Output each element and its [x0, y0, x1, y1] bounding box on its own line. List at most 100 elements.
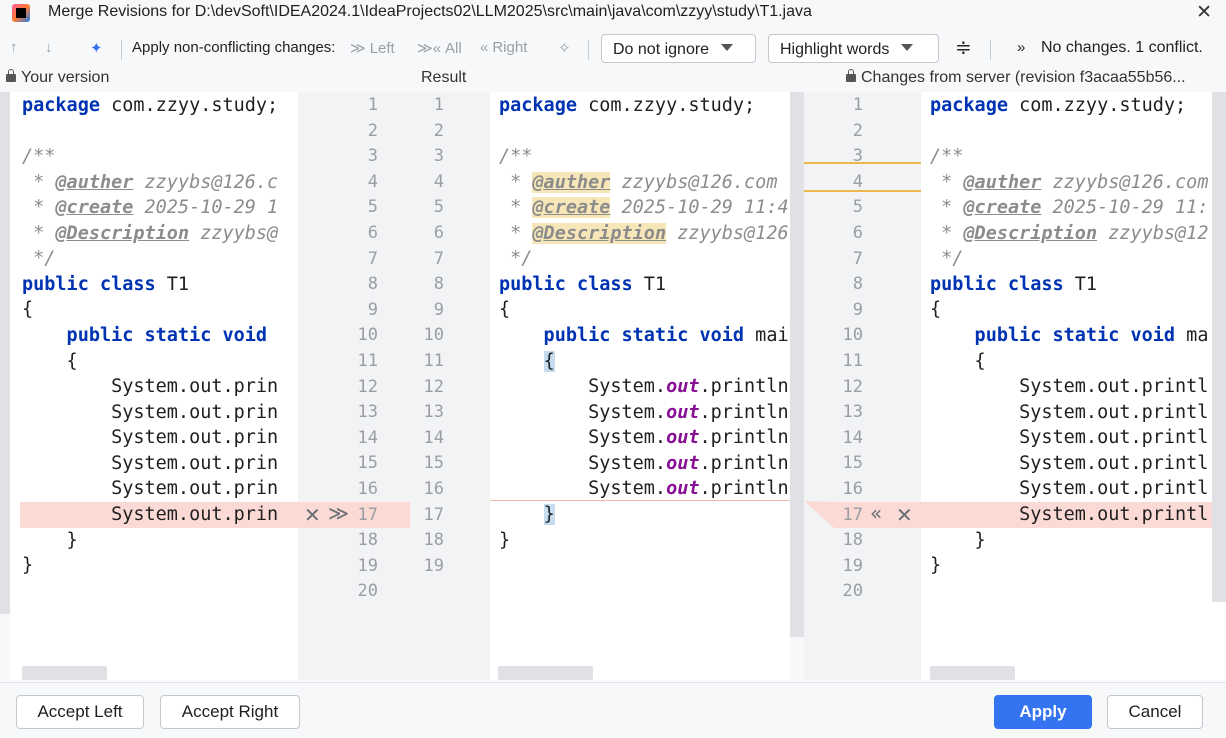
- accept-left-button[interactable]: Accept Left: [16, 695, 144, 729]
- code-line: System.out.println: [499, 427, 789, 448]
- accept-right-icon[interactable]: «: [870, 501, 882, 525]
- line-number: 1: [433, 95, 444, 115]
- apply-left-label: Left: [369, 40, 395, 57]
- code-line: */: [499, 248, 533, 269]
- code-line: {: [22, 351, 78, 372]
- code-line: */: [22, 248, 56, 269]
- line-number: 13: [842, 402, 863, 423]
- chevron-down-icon: [901, 44, 914, 51]
- lock-icon: [6, 69, 16, 82]
- line-number: 19: [357, 555, 378, 576]
- line-number: 13: [357, 402, 378, 423]
- code-line: package com.zzyy.study;: [930, 95, 1187, 116]
- code-line: * @Description zzyybs@: [22, 223, 279, 244]
- code-line: }: [22, 530, 78, 551]
- code-line: System.out.printl: [930, 453, 1209, 474]
- code-line: }: [543, 504, 555, 525]
- code-line: */: [930, 248, 964, 269]
- highlight-mode-dropdown[interactable]: Highlight words: [768, 34, 939, 63]
- line-number: 5: [367, 197, 378, 218]
- pane-headers: Your version Result Changes from server …: [0, 67, 1226, 91]
- line-number: 7: [852, 248, 863, 269]
- line-number: 4: [852, 171, 863, 192]
- apply-all-button[interactable]: ≫« All: [417, 39, 462, 57]
- accept-left-icon[interactable]: ≫: [328, 501, 349, 525]
- line-number: 10: [357, 325, 378, 346]
- line-number: 11: [423, 351, 444, 371]
- code-line: /**: [499, 146, 533, 167]
- line-number: 19: [842, 555, 863, 576]
- line-number: 8: [852, 274, 863, 295]
- double-chevron-left-icon: «: [480, 39, 489, 56]
- result-editor[interactable]: package com.zzyy.study; /** * @auther zz…: [490, 92, 790, 680]
- code-line: public static void mai: [499, 325, 789, 346]
- line-number: 20: [842, 581, 863, 602]
- ignore-whitespace-dropdown[interactable]: Do not ignore: [601, 34, 756, 63]
- code-line: }: [930, 555, 942, 576]
- merge-status-text: No changes. 1 conflict.: [1041, 39, 1203, 56]
- line-number: 10: [842, 325, 863, 346]
- accept-right-button[interactable]: Accept Right: [160, 695, 300, 729]
- code-line: System.out.printl: [930, 376, 1209, 397]
- line-number: 12: [357, 376, 378, 397]
- apply-right-button[interactable]: «Right: [480, 39, 527, 56]
- left-editor[interactable]: package com.zzyy.study; /** * @auther zz…: [10, 92, 298, 680]
- previous-change-icon[interactable]: ↑: [10, 39, 18, 56]
- line-number: 6: [433, 223, 444, 243]
- code-line: * @create 2025-10-29 1: [22, 197, 279, 218]
- apply-non-conflicting-label: Apply non-conflicting changes:: [132, 39, 336, 56]
- code-line: public class T1: [930, 274, 1098, 295]
- right-editor[interactable]: package com.zzyy.study; /** * @auther zz…: [921, 92, 1226, 680]
- cancel-button[interactable]: Cancel: [1107, 695, 1203, 729]
- highlight-mode-value: Highlight words: [780, 41, 890, 58]
- line-number: 15: [357, 453, 378, 474]
- resolve-magic-icon[interactable]: ✦: [90, 39, 103, 57]
- toolbar-divider: [121, 40, 122, 60]
- collapse-unchanged-icon[interactable]: ≑: [955, 35, 972, 60]
- next-change-icon[interactable]: ↓: [45, 39, 53, 56]
- left-vertical-scrollbar[interactable]: [0, 92, 10, 614]
- code-line: * @create 2025-10-29 11:: [930, 197, 1209, 218]
- line-number: 20: [357, 581, 378, 602]
- apply-right-label: Right: [492, 39, 528, 56]
- line-number: 8: [367, 274, 378, 295]
- code-line: System.out.prin: [22, 478, 279, 499]
- code-line: /**: [930, 146, 964, 167]
- line-number: 5: [852, 197, 863, 218]
- right-gutter: 1 2 3 4 5 6 7 8 9 10 11 12 13 14 15 16 17 18 19 20 « ✕: [804, 92, 921, 680]
- code-line: {: [499, 299, 511, 320]
- chevron-down-icon: [721, 44, 734, 51]
- line-number: 17: [842, 504, 863, 525]
- code-line: * @auther zzyybs@126.com: [499, 172, 778, 193]
- horizontal-scrollbar[interactable]: [930, 666, 1015, 680]
- left-pane-title: Your version: [6, 69, 109, 87]
- line-number: 16: [423, 479, 444, 499]
- line-number: 7: [367, 248, 378, 269]
- line-number: 2: [367, 120, 378, 141]
- reject-right-icon[interactable]: ✕: [896, 503, 913, 527]
- line-number: 9: [433, 299, 444, 320]
- apply-button[interactable]: Apply: [994, 695, 1092, 729]
- code-line: package com.zzyy.study;: [499, 95, 756, 116]
- more-actions-icon[interactable]: »: [1017, 39, 1025, 56]
- code-line: System.out.prin: [22, 402, 279, 423]
- line-number: 14: [842, 427, 863, 448]
- toolbar-divider: [588, 40, 589, 60]
- line-number: 7: [433, 248, 444, 269]
- horizontal-scrollbar[interactable]: [498, 666, 593, 680]
- line-number: 17: [423, 504, 444, 525]
- lock-icon: [846, 69, 856, 82]
- line-number: 6: [852, 223, 863, 243]
- right-vertical-scrollbar[interactable]: [1212, 92, 1226, 602]
- line-number: 18: [357, 530, 378, 551]
- close-icon[interactable]: ✕: [1196, 1, 1212, 23]
- magic-wand-icon[interactable]: ✧: [558, 39, 571, 57]
- line-number: 16: [842, 479, 863, 499]
- line-number: 1: [367, 95, 378, 115]
- horizontal-scrollbar[interactable]: [22, 666, 107, 680]
- result-vertical-scrollbar[interactable]: [790, 92, 804, 637]
- reject-left-icon[interactable]: ✕: [304, 503, 321, 527]
- apply-left-button[interactable]: ≫ Left: [350, 39, 395, 57]
- code-line: {: [22, 299, 34, 320]
- ignore-whitespace-value: Do not ignore: [613, 41, 710, 58]
